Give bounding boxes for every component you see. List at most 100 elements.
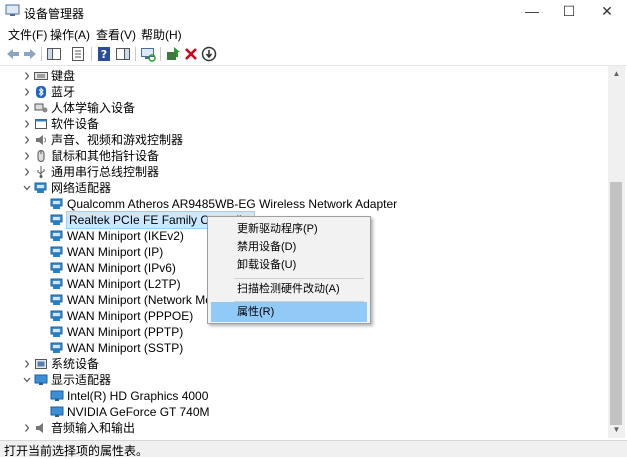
display-adapter-icon <box>50 390 64 401</box>
keyboard-icon <box>34 72 48 80</box>
menu-action[interactable]: 操作(A) <box>50 26 90 43</box>
collapse-chevron-icon[interactable] <box>22 372 32 388</box>
show-hide-console-tree-icon[interactable] <box>46 46 62 62</box>
menu-view[interactable]: 查看(V) <box>96 26 136 43</box>
menu-item-label: 更新驱动程序(P) <box>237 223 318 235</box>
device-category[interactable]: 音频输入和输出 <box>0 420 608 436</box>
device-label: WAN Miniport (IKEv2) <box>67 229 184 243</box>
expand-chevron-icon[interactable] <box>22 132 32 148</box>
speaker-icon <box>36 135 46 145</box>
hid-icon <box>34 103 48 113</box>
menu-item-label: 禁用设备(D) <box>237 241 297 253</box>
close-button[interactable]: ✕ <box>588 0 626 22</box>
device-item[interactable]: NVIDIA GeForce GT 740M <box>0 404 608 420</box>
device-label: 系统设备 <box>51 357 100 371</box>
device-category[interactable]: 通用串行总线控制器 <box>0 164 608 180</box>
scrollbar-thumb[interactable] <box>610 182 622 425</box>
network-adapter-icon <box>50 278 63 289</box>
network-adapter-icon <box>50 198 63 209</box>
vertical-scrollbar[interactable]: ▲ ▼ <box>608 66 625 438</box>
device-label: WAN Miniport (PPPOE) <box>67 309 194 323</box>
expand-chevron-icon[interactable] <box>22 116 32 132</box>
expand-chevron-icon[interactable] <box>22 148 32 164</box>
expand-chevron-icon[interactable] <box>22 100 32 116</box>
device-label: 软件设备 <box>51 117 100 131</box>
disable-icon[interactable] <box>201 46 217 62</box>
update-driver-icon[interactable] <box>165 46 181 62</box>
help-icon[interactable]: ? <box>96 46 112 62</box>
usb-icon <box>37 166 45 178</box>
scan-hardware-icon[interactable] <box>140 46 156 62</box>
title-bar: 设备管理器 — ☐ ✕ <box>0 0 627 22</box>
collapse-chevron-icon[interactable] <box>22 180 32 196</box>
device-item[interactable]: WAN Miniport (SSTP) <box>0 340 608 356</box>
device-category[interactable]: 人体学输入设备 <box>0 100 608 116</box>
device-label: WAN Miniport (PPTP) <box>67 325 184 339</box>
network-adapter-icon <box>50 262 63 273</box>
network-adapter-icon <box>34 182 47 193</box>
device-label: 显示适配器 <box>51 373 112 387</box>
expand-chevron-icon[interactable] <box>22 84 32 100</box>
network-adapter-icon <box>50 246 63 257</box>
device-label: 通用串行总线控制器 <box>51 165 160 179</box>
menu-item-uninstall-device[interactable]: 卸载设备(U) <box>211 255 367 275</box>
toolbar-separator <box>41 47 42 61</box>
device-label: WAN Miniport (L2TP) <box>67 277 181 291</box>
window-title: 设备管理器 <box>24 7 85 21</box>
device-category[interactable]: 键盘 <box>0 68 608 84</box>
minimize-button[interactable]: — <box>513 0 551 22</box>
device-label: Intel(R) HD Graphics 4000 <box>67 389 209 403</box>
menu-item-label: 扫描检测硬件改动(A) <box>237 283 340 295</box>
display-adapter-icon <box>34 374 48 385</box>
menu-help[interactable]: 帮助(H) <box>141 26 182 43</box>
device-category[interactable]: 显示适配器 <box>0 372 608 388</box>
device-category[interactable]: 鼠标和其他指针设备 <box>0 148 608 164</box>
device-label: 网络适配器 <box>51 181 112 195</box>
back-icon[interactable] <box>5 46 21 62</box>
expand-chevron-icon[interactable] <box>22 420 32 436</box>
network-adapter-icon <box>50 294 63 305</box>
device-item[interactable]: Qualcomm Atheros AR9485WB-EG Wireless Ne… <box>0 196 608 212</box>
device-label: WAN Miniport (SSTP) <box>67 341 184 355</box>
device-label: WAN Miniport (IP) <box>67 245 164 259</box>
device-label: WAN Miniport (IPv6) <box>67 261 176 275</box>
svg-text:?: ? <box>101 48 107 61</box>
device-category[interactable]: 系统设备 <box>0 356 608 372</box>
audio-io-icon <box>36 423 43 433</box>
menu-file[interactable]: 文件(F) <box>8 26 47 43</box>
forward-icon[interactable] <box>22 46 38 62</box>
maximize-button[interactable]: ☐ <box>550 0 588 22</box>
menu-item-label: 卸载设备(U) <box>237 259 297 271</box>
menu-item-disable-device[interactable]: 禁用设备(D) <box>211 237 367 257</box>
toolbar-separator <box>160 47 161 61</box>
toolbar: ? <box>0 43 627 66</box>
device-item[interactable]: Intel(R) HD Graphics 4000 <box>0 388 608 404</box>
expand-chevron-icon[interactable] <box>22 164 32 180</box>
status-text: 打开当前选择项的属性表。 <box>4 444 149 458</box>
device-label: 人体学输入设备 <box>51 101 136 115</box>
device-category[interactable]: 蓝牙 <box>0 84 608 100</box>
action-pane-icon[interactable] <box>115 46 131 62</box>
menu-item-properties[interactable]: 属性(R) <box>211 302 367 322</box>
device-item[interactable]: WAN Miniport (PPTP) <box>0 324 608 340</box>
expand-chevron-icon[interactable] <box>22 68 32 84</box>
bluetooth-icon <box>36 86 46 98</box>
device-category[interactable]: 软件设备 <box>0 116 608 132</box>
device-label: 蓝牙 <box>51 85 76 99</box>
device-category[interactable]: 声音、视频和游戏控制器 <box>0 132 608 148</box>
status-bar: 打开当前选择项的属性表。 <box>0 440 627 458</box>
network-adapter-icon <box>50 310 63 321</box>
device-category[interactable]: 网络适配器 <box>0 180 608 196</box>
network-adapter-icon <box>50 342 63 353</box>
menu-item-scan-hardware[interactable]: 扫描检测硬件改动(A) <box>211 279 367 299</box>
scroll-down-arrow-icon[interactable]: ▼ <box>608 422 625 438</box>
device-label: 声音、视频和游戏控制器 <box>51 133 184 147</box>
expand-chevron-icon[interactable] <box>22 356 32 372</box>
menu-item-update-driver[interactable]: 更新驱动程序(P) <box>211 219 367 239</box>
device-manager-icon <box>5 4 20 16</box>
scroll-up-arrow-icon[interactable]: ▲ <box>608 66 625 82</box>
properties-list-icon[interactable] <box>70 46 86 62</box>
uninstall-icon[interactable] <box>183 46 199 62</box>
context-menu: 更新驱动程序(P) 禁用设备(D) 卸载设备(U) 扫描检测硬件改动(A) 属性… <box>207 216 371 324</box>
device-label: 音频输入和输出 <box>51 421 136 435</box>
